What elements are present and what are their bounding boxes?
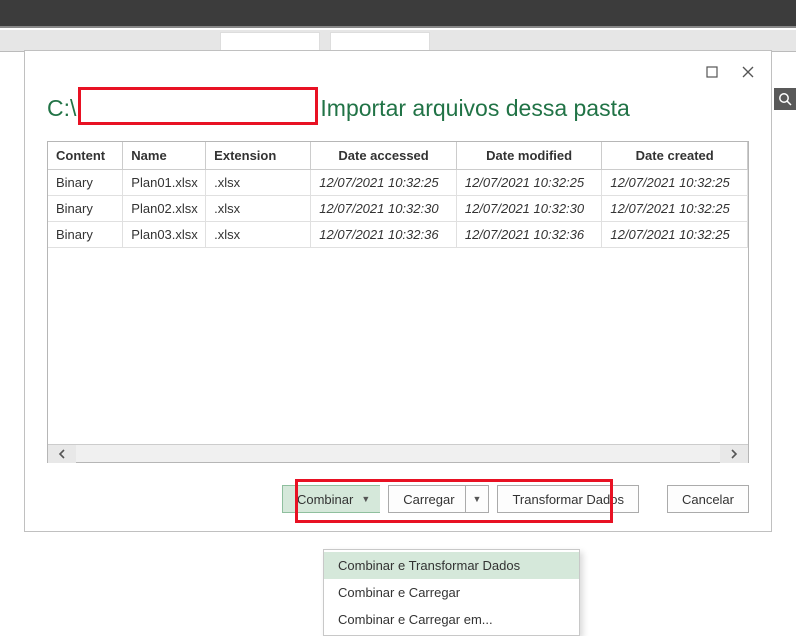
file-table-wrap: Content Name Extension Date accessed Dat… xyxy=(47,141,749,463)
col-header-content[interactable]: Content xyxy=(48,142,123,170)
col-header-accessed[interactable]: Date accessed xyxy=(311,142,457,170)
cell-modified: 12/07/2021 10:32:36 xyxy=(456,222,602,248)
scroll-right-button[interactable] xyxy=(720,445,748,463)
cell-ext: .xlsx xyxy=(206,196,311,222)
search-icon[interactable] xyxy=(774,88,796,110)
carregar-button[interactable]: Carregar xyxy=(388,485,464,513)
combinar-label: Combinar xyxy=(297,492,353,507)
col-header-extension[interactable]: Extension xyxy=(206,142,311,170)
chevron-down-icon: ▼ xyxy=(473,494,482,504)
cell-name: Plan03.xlsx xyxy=(123,222,206,248)
cell-content: Binary xyxy=(48,170,123,196)
ribbon-bar xyxy=(0,0,796,28)
dropdown-item-combinar-transformar[interactable]: Combinar e Transformar Dados xyxy=(324,552,579,579)
scroll-left-button[interactable] xyxy=(48,445,76,463)
cell-created: 12/07/2021 10:32:25 xyxy=(602,222,748,248)
horizontal-scrollbar[interactable] xyxy=(48,444,748,462)
maximize-button[interactable] xyxy=(703,63,721,81)
close-button[interactable] xyxy=(739,63,757,81)
cell-name: Plan01.xlsx xyxy=(123,170,206,196)
cell-modified: 12/07/2021 10:32:30 xyxy=(456,196,602,222)
col-header-created[interactable]: Date created xyxy=(602,142,748,170)
carregar-label: Carregar xyxy=(403,492,454,507)
cell-modified: 12/07/2021 10:32:25 xyxy=(456,170,602,196)
file-table: Content Name Extension Date accessed Dat… xyxy=(48,142,748,248)
import-folder-dialog: C:\ Importar arquivos dessa pasta Conten… xyxy=(24,50,772,532)
transformar-button[interactable]: Transformar Dados xyxy=(497,485,639,513)
cell-accessed: 12/07/2021 10:32:25 xyxy=(311,170,457,196)
table-empty-space xyxy=(48,248,748,442)
ribbon-field-1 xyxy=(220,32,320,52)
cell-content: Binary xyxy=(48,196,123,222)
table-row[interactable]: Binary Plan02.xlsx .xlsx 12/07/2021 10:3… xyxy=(48,196,748,222)
carregar-split-button[interactable]: Carregar ▼ xyxy=(388,485,489,513)
transformar-label: Transformar Dados xyxy=(512,492,624,507)
dialog-title-row: C:\ Importar arquivos dessa pasta xyxy=(47,89,749,127)
cell-name: Plan02.xlsx xyxy=(123,196,206,222)
path-prefix: C:\ xyxy=(47,95,76,122)
table-header-row: Content Name Extension Date accessed Dat… xyxy=(48,142,748,170)
cancelar-label: Cancelar xyxy=(682,492,734,507)
combinar-split-button[interactable]: Combinar ▼ xyxy=(282,485,380,513)
cell-ext: .xlsx xyxy=(206,222,311,248)
combinar-button[interactable]: Combinar ▼ xyxy=(282,485,380,513)
ribbon-field-2 xyxy=(330,32,430,52)
cell-created: 12/07/2021 10:32:25 xyxy=(602,196,748,222)
chevron-down-icon: ▼ xyxy=(361,494,370,504)
cell-accessed: 12/07/2021 10:32:36 xyxy=(311,222,457,248)
combinar-dropdown-menu: Combinar e Transformar Dados Combinar e … xyxy=(323,549,580,636)
dropdown-item-combinar-carregar[interactable]: Combinar e Carregar xyxy=(324,579,579,606)
cell-ext: .xlsx xyxy=(206,170,311,196)
dropdown-item-combinar-carregar-em[interactable]: Combinar e Carregar em... xyxy=(324,606,579,633)
col-header-name[interactable]: Name xyxy=(123,142,206,170)
dialog-title: Importar arquivos dessa pasta xyxy=(320,95,629,122)
cell-created: 12/07/2021 10:32:25 xyxy=(602,170,748,196)
col-header-modified[interactable]: Date modified xyxy=(456,142,602,170)
table-row[interactable]: Binary Plan03.xlsx .xlsx 12/07/2021 10:3… xyxy=(48,222,748,248)
cancelar-button[interactable]: Cancelar xyxy=(667,485,749,513)
table-row[interactable]: Binary Plan01.xlsx .xlsx 12/07/2021 10:3… xyxy=(48,170,748,196)
spacer xyxy=(647,485,659,513)
cell-accessed: 12/07/2021 10:32:30 xyxy=(311,196,457,222)
dialog-button-row: Combinar ▼ Carregar ▼ Transformar Dados … xyxy=(47,485,749,513)
carregar-dropdown-arrow[interactable]: ▼ xyxy=(465,485,490,513)
cell-content: Binary xyxy=(48,222,123,248)
path-redacted-box xyxy=(78,87,318,125)
